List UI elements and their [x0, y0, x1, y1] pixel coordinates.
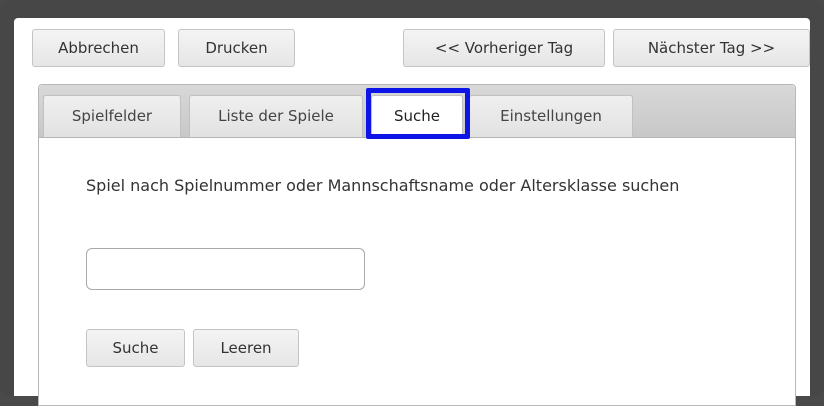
- tab-suche[interactable]: Suche: [371, 95, 463, 137]
- next-day-button[interactable]: Nächster Tag >>: [613, 29, 810, 67]
- previous-day-button[interactable]: << Vorheriger Tag: [403, 29, 605, 67]
- tab-bar: Spielfelder Liste der Spiele Suche Einst…: [39, 85, 795, 138]
- cancel-button[interactable]: Abbrechen: [32, 29, 165, 67]
- clear-button[interactable]: Leeren: [193, 329, 299, 367]
- search-input[interactable]: [86, 248, 365, 290]
- tab-einstellungen[interactable]: Einstellungen: [469, 95, 633, 137]
- tab-liste-der-spiele[interactable]: Liste der Spiele: [189, 95, 363, 137]
- print-button[interactable]: Drucken: [178, 29, 295, 67]
- search-button[interactable]: Suche: [86, 329, 185, 367]
- search-description: Spiel nach Spielnummer oder Mannschaftsn…: [86, 176, 680, 195]
- tab-spielfelder[interactable]: Spielfelder: [43, 95, 181, 137]
